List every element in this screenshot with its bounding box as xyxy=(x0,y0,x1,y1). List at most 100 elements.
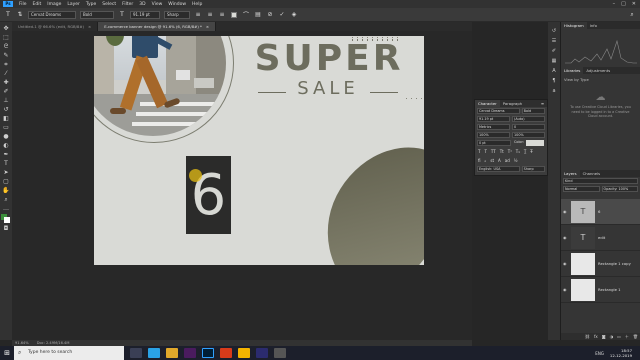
blend-mode-select[interactable]: Normal xyxy=(563,186,600,192)
quick-select-tool-icon[interactable]: ✎ xyxy=(2,52,11,60)
marquee-tool-icon[interactable]: ⬚ xyxy=(2,34,11,42)
faux-bold-icon[interactable]: T xyxy=(478,149,480,154)
visibility-eye-icon[interactable]: ◉ xyxy=(563,209,568,214)
zoom-tool-icon[interactable]: ⌕ xyxy=(2,196,11,204)
link-layers-icon[interactable]: ⛓ xyxy=(585,333,590,340)
menu-layer[interactable]: Layer xyxy=(64,2,83,7)
close-tab-icon[interactable]: × xyxy=(88,24,91,29)
layer-row[interactable]: ◉ Rectangle 1 copy xyxy=(561,251,640,277)
move-tool-icon[interactable]: ✥ xyxy=(2,25,11,33)
menu-edit[interactable]: Edit xyxy=(30,2,45,7)
app-red-icon[interactable] xyxy=(220,348,232,358)
align-right-icon[interactable]: ≡ xyxy=(218,11,226,19)
tab-character[interactable]: Character xyxy=(475,100,500,107)
minimize-button[interactable]: – xyxy=(613,1,616,7)
cp-language[interactable]: English: USA xyxy=(477,166,520,172)
strikethrough-icon[interactable]: T̶ xyxy=(530,149,532,154)
commit-icon[interactable]: ✓ xyxy=(278,11,286,19)
mask-icon[interactable]: ◙ xyxy=(602,333,606,340)
visibility-eye-icon[interactable]: ◉ xyxy=(563,235,568,240)
warp-text-icon[interactable]: ⌒ xyxy=(242,11,250,19)
tab-layers[interactable]: Layers xyxy=(561,170,580,177)
cp-font-family[interactable]: Cervat Dreams xyxy=(477,108,520,114)
visibility-eye-icon[interactable]: ◉ xyxy=(563,287,568,292)
ligature-icon[interactable]: fi xyxy=(478,158,481,163)
cp-leading[interactable]: (Auto) xyxy=(512,116,545,122)
cp-size[interactable]: 91.19 pt xyxy=(477,116,510,122)
hand-tool-icon[interactable]: ✋ xyxy=(2,187,11,195)
premiere-icon[interactable] xyxy=(184,348,196,358)
visibility-eye-icon[interactable]: ◉ xyxy=(563,261,568,266)
all-caps-icon[interactable]: TT xyxy=(491,149,496,154)
number-six[interactable]: 6 xyxy=(186,156,231,234)
maximize-button[interactable]: □ xyxy=(621,1,626,7)
tab-libraries[interactable]: Libraries xyxy=(561,67,584,74)
opacity-field[interactable]: Opacity: 100% xyxy=(601,186,638,192)
menu-image[interactable]: Image xyxy=(44,2,64,7)
brush-tool-icon[interactable]: ✐ xyxy=(2,88,11,96)
new-layer-icon[interactable]: ＋ xyxy=(625,333,629,340)
type-tool-icon[interactable]: T xyxy=(4,11,12,19)
gradient-tool-icon[interactable]: ▭ xyxy=(2,124,11,132)
menu-filter[interactable]: Filter xyxy=(119,2,136,7)
app-gray-icon[interactable] xyxy=(274,348,286,358)
file-explorer-icon[interactable] xyxy=(166,348,178,358)
ordinal-icon[interactable]: A xyxy=(498,158,501,163)
path-select-icon[interactable]: ➤ xyxy=(2,169,11,177)
task-view-icon[interactable] xyxy=(130,348,142,358)
menu-file[interactable]: File xyxy=(16,2,30,7)
photoshop-task-icon[interactable] xyxy=(202,348,214,358)
cp-tracking[interactable]: 0 xyxy=(512,124,545,130)
cp-vscale[interactable]: 100% xyxy=(477,132,510,138)
menu-view[interactable]: View xyxy=(149,2,166,7)
swash-icon[interactable]: ℴ xyxy=(485,158,487,163)
healing-tool-icon[interactable]: ✚ xyxy=(2,79,11,87)
subscript-icon[interactable]: T₁ xyxy=(516,149,520,154)
document-canvas[interactable]: SUPER SALE 6 xyxy=(94,36,424,265)
menu-type[interactable]: Type xyxy=(83,2,99,7)
color-swatches[interactable] xyxy=(1,214,11,224)
antialias-select[interactable]: Sharp xyxy=(164,10,190,19)
clock[interactable]: 18:57 12-12-2019 xyxy=(610,348,640,358)
type-tool-icon-left[interactable]: T xyxy=(2,160,11,168)
group-icon[interactable]: ▭ xyxy=(617,333,621,340)
menu-help[interactable]: Help xyxy=(189,2,205,7)
fx-icon[interactable]: fx xyxy=(594,333,598,340)
lasso-tool-icon[interactable]: ᘓ xyxy=(2,43,11,51)
delete-layer-icon[interactable]: 🗑 xyxy=(633,333,638,340)
history-panel-icon[interactable]: ↺ xyxy=(552,28,556,34)
font-size-select[interactable]: 91.19 pt xyxy=(130,10,160,19)
close-button[interactable]: ✕ xyxy=(632,1,636,7)
crop-tool-icon[interactable]: ⌗ xyxy=(2,61,11,69)
pen-tool-icon[interactable]: ✒ xyxy=(2,151,11,159)
stylistic-icon[interactable]: st xyxy=(490,158,494,163)
glyphs-panel-icon[interactable]: a xyxy=(552,88,555,94)
layer-row[interactable]: ◉ T edit xyxy=(561,225,640,251)
after-effects-icon[interactable] xyxy=(256,348,268,358)
3d-icon[interactable]: ◈ xyxy=(290,11,298,19)
background-color-swatch[interactable] xyxy=(4,217,10,223)
eyedropper-tool-icon[interactable]: ⁄ xyxy=(2,70,11,78)
shape-tool-icon[interactable]: ▢ xyxy=(2,178,11,186)
panel-menu-icon[interactable]: ≡ xyxy=(538,100,547,107)
menu-3d[interactable]: 3D xyxy=(136,2,148,7)
tab-untitled[interactable]: Untitled-1 @ 66.6% (edit, RGB/8#) × xyxy=(12,22,99,31)
fraction-icon[interactable]: ½ xyxy=(514,158,518,163)
superscript-icon[interactable]: T¹ xyxy=(508,149,512,154)
align-center-icon[interactable]: ≡ xyxy=(206,11,214,19)
more-tools-icon[interactable]: … xyxy=(2,205,11,213)
ad-icon[interactable]: ad xyxy=(505,158,510,163)
cp-kerning[interactable]: Metrics xyxy=(477,124,510,130)
tab-histogram[interactable]: Histogram xyxy=(561,22,587,29)
layer-filter-kind[interactable]: Kind xyxy=(563,178,638,184)
layer-row[interactable]: ◉ Rectangle 1 xyxy=(561,277,640,303)
brush-panel-icon[interactable]: ✐ xyxy=(552,48,556,54)
cp-antialias[interactable]: Sharp xyxy=(521,166,545,172)
taskbar-search[interactable]: ⌕ Type here to search xyxy=(14,346,124,360)
close-tab-icon[interactable]: × xyxy=(206,24,209,29)
character-panel-icon[interactable]: A xyxy=(552,68,555,74)
text-color-swatch[interactable] xyxy=(230,11,238,19)
tab-adjustments[interactable]: Adjustments xyxy=(583,67,613,74)
panels-icon[interactable]: ▤ xyxy=(254,11,262,19)
cp-color-swatch[interactable] xyxy=(525,140,544,146)
